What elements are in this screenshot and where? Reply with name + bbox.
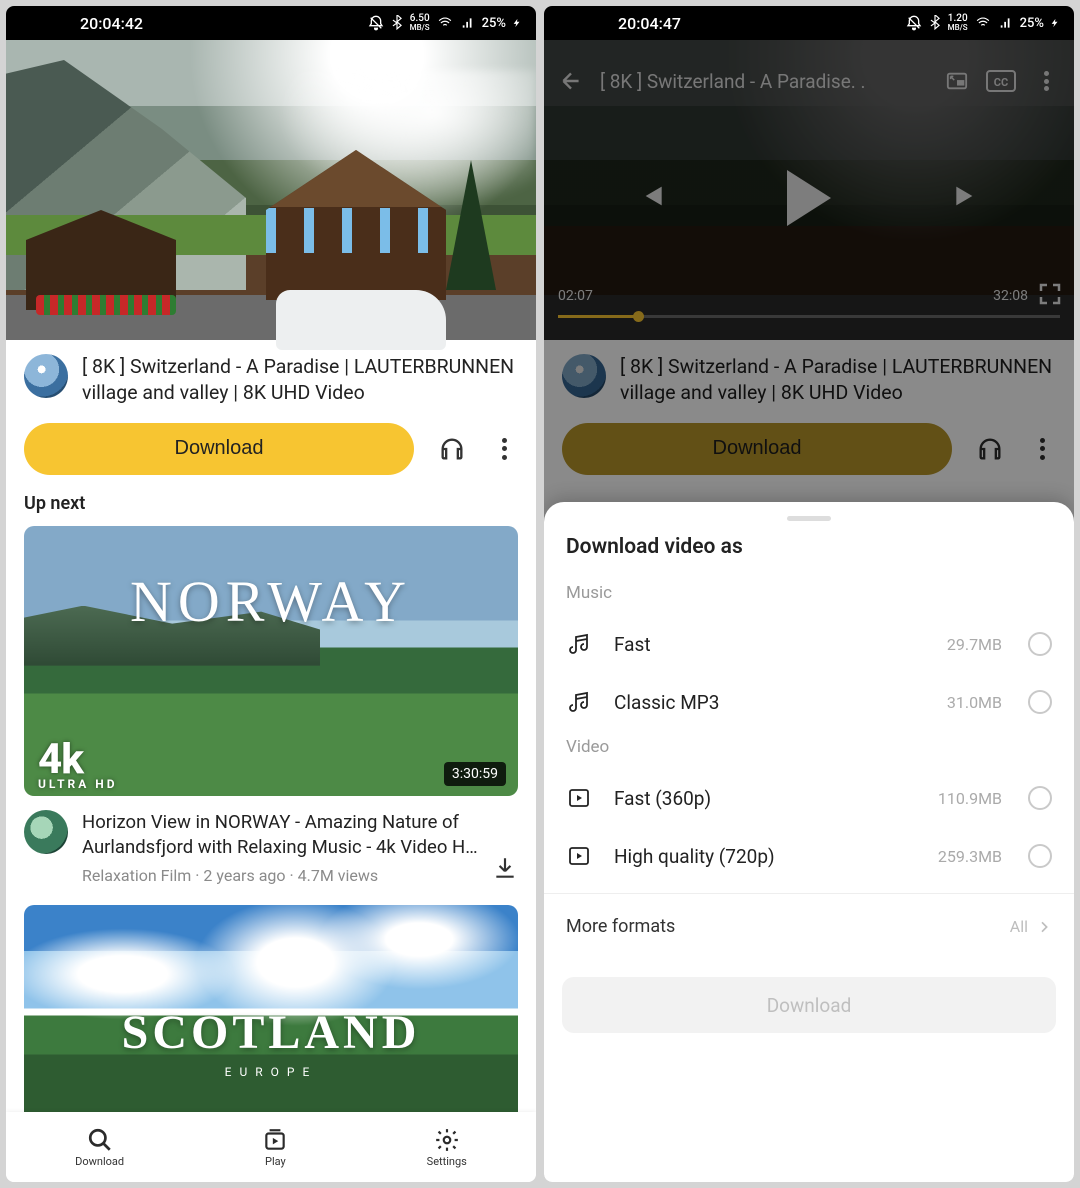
upnext-item-meta: Relaxation Film · 2 years ago · 4.7M vie…	[82, 866, 478, 885]
charging-icon	[512, 15, 522, 31]
nav-settings[interactable]: Settings	[427, 1127, 467, 1168]
download-row: Download	[6, 417, 536, 489]
music-note-icon	[566, 689, 592, 715]
play-library-icon	[262, 1127, 288, 1153]
dnd-icon	[368, 15, 384, 31]
video-icon	[566, 785, 592, 811]
option-music-mp3[interactable]: Classic MP3 31.0MB	[544, 673, 1074, 731]
headphones-icon[interactable]	[438, 435, 466, 463]
dnd-icon	[906, 15, 922, 31]
option-music-fast[interactable]: Fast 29.7MB	[544, 615, 1074, 673]
status-icons: 1.20MB/S 25%	[906, 14, 1060, 32]
video-title: [ 8K ] Switzerland - A Paradise | LAUTER…	[82, 354, 518, 407]
group-music: Music	[544, 577, 1074, 615]
wifi-icon	[436, 16, 454, 30]
data-rate: 6.50MB/S	[410, 14, 430, 32]
battery-text: 25%	[1020, 16, 1044, 31]
thumb-duration: 3:30:59	[444, 762, 506, 786]
bottom-nav: Download Play Settings	[6, 1112, 536, 1182]
right-screen: 20:04:47 1.20MB/S 25% [ 8K ] Switzerland…	[544, 6, 1074, 1182]
sheet-grabber[interactable]	[787, 516, 831, 521]
upnext-item-row[interactable]: Horizon View in NORWAY - Amazing Nature …	[6, 796, 536, 889]
radio[interactable]	[1028, 632, 1052, 656]
more-formats-row[interactable]: More formats All	[544, 893, 1074, 959]
status-bar: 20:04:47 1.20MB/S 25%	[544, 6, 1074, 40]
more-icon[interactable]	[490, 438, 518, 460]
nav-download[interactable]: Download	[75, 1127, 124, 1168]
channel-avatar[interactable]	[24, 354, 68, 398]
radio[interactable]	[1028, 786, 1052, 810]
thumb-overlay-title: NORWAY	[24, 568, 518, 635]
download-item-icon[interactable]	[492, 855, 518, 881]
bluetooth-icon	[928, 15, 942, 31]
sheet-heading: Download video as	[544, 535, 1074, 577]
thumb2-subtitle: EUROPE	[24, 1065, 518, 1079]
download-sheet: Download video as Music Fast 29.7MB Clas…	[544, 502, 1074, 1182]
status-time: 20:04:47	[618, 14, 681, 33]
battery-text: 25%	[482, 16, 506, 31]
upnext-thumb-1[interactable]: NORWAY 4kULTRA HD 3:30:59	[24, 526, 518, 796]
upnext-thumb-2[interactable]: SCOTLAND EUROPE	[24, 905, 518, 1135]
upnext-label: Up next	[6, 489, 536, 526]
charging-icon	[1050, 15, 1060, 31]
signal-icon	[998, 16, 1014, 30]
chevron-right-icon	[1036, 919, 1052, 935]
thumb-4k-badge: 4kULTRA HD	[38, 741, 118, 790]
nav-play[interactable]: Play	[262, 1127, 288, 1168]
option-video-720p[interactable]: High quality (720p) 259.3MB	[544, 827, 1074, 885]
status-time: 20:04:42	[80, 14, 143, 33]
signal-icon	[460, 16, 476, 30]
sheet-download-button[interactable]: Download	[562, 977, 1056, 1033]
gear-icon	[434, 1127, 460, 1153]
video-icon	[566, 843, 592, 869]
option-video-360p[interactable]: Fast (360p) 110.9MB	[544, 769, 1074, 827]
radio[interactable]	[1028, 690, 1052, 714]
group-video: Video	[544, 731, 1074, 769]
hero-thumbnail[interactable]	[6, 40, 536, 340]
left-screen: 20:04:42 6.50MB/S 25% [ 8K ] Switzerland…	[6, 6, 536, 1182]
thumb2-overlay-title: SCOTLAND	[24, 1005, 518, 1060]
bluetooth-icon	[390, 15, 404, 31]
data-rate: 1.20MB/S	[948, 14, 968, 32]
wifi-icon	[974, 16, 992, 30]
status-icons: 6.50MB/S 25%	[368, 14, 522, 32]
video-title-row: [ 8K ] Switzerland - A Paradise | LAUTER…	[6, 340, 536, 417]
upnext-channel-avatar[interactable]	[24, 810, 68, 854]
music-note-icon	[566, 631, 592, 657]
status-bar: 20:04:42 6.50MB/S 25%	[6, 6, 536, 40]
search-icon	[87, 1127, 113, 1153]
upnext-item-title: Horizon View in NORWAY - Amazing Nature …	[82, 810, 478, 860]
download-button[interactable]: Download	[24, 423, 414, 475]
radio[interactable]	[1028, 844, 1052, 868]
